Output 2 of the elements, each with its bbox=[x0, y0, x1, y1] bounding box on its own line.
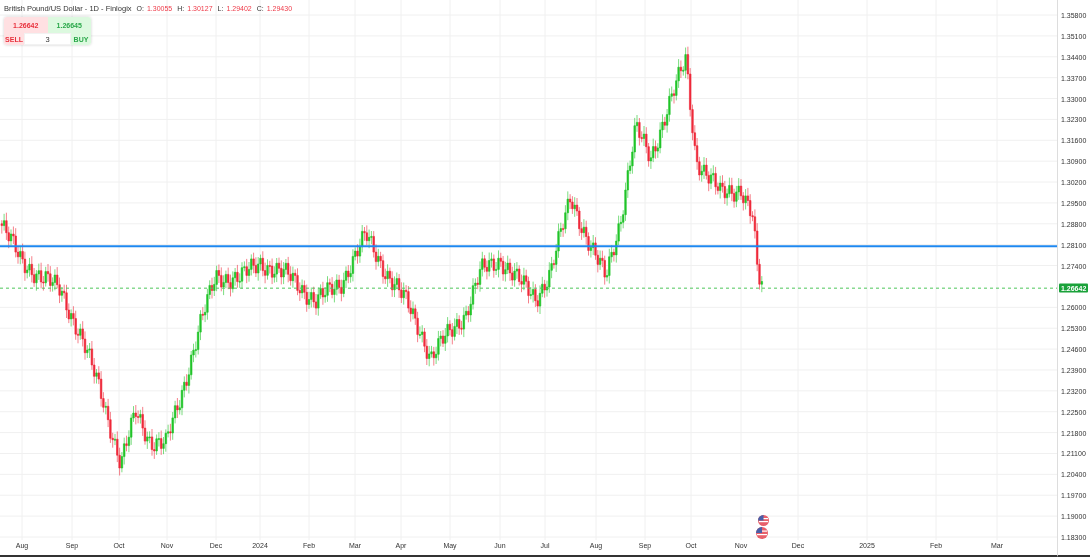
flag-icon[interactable] bbox=[758, 515, 769, 526]
flag-icon[interactable] bbox=[756, 527, 769, 539]
